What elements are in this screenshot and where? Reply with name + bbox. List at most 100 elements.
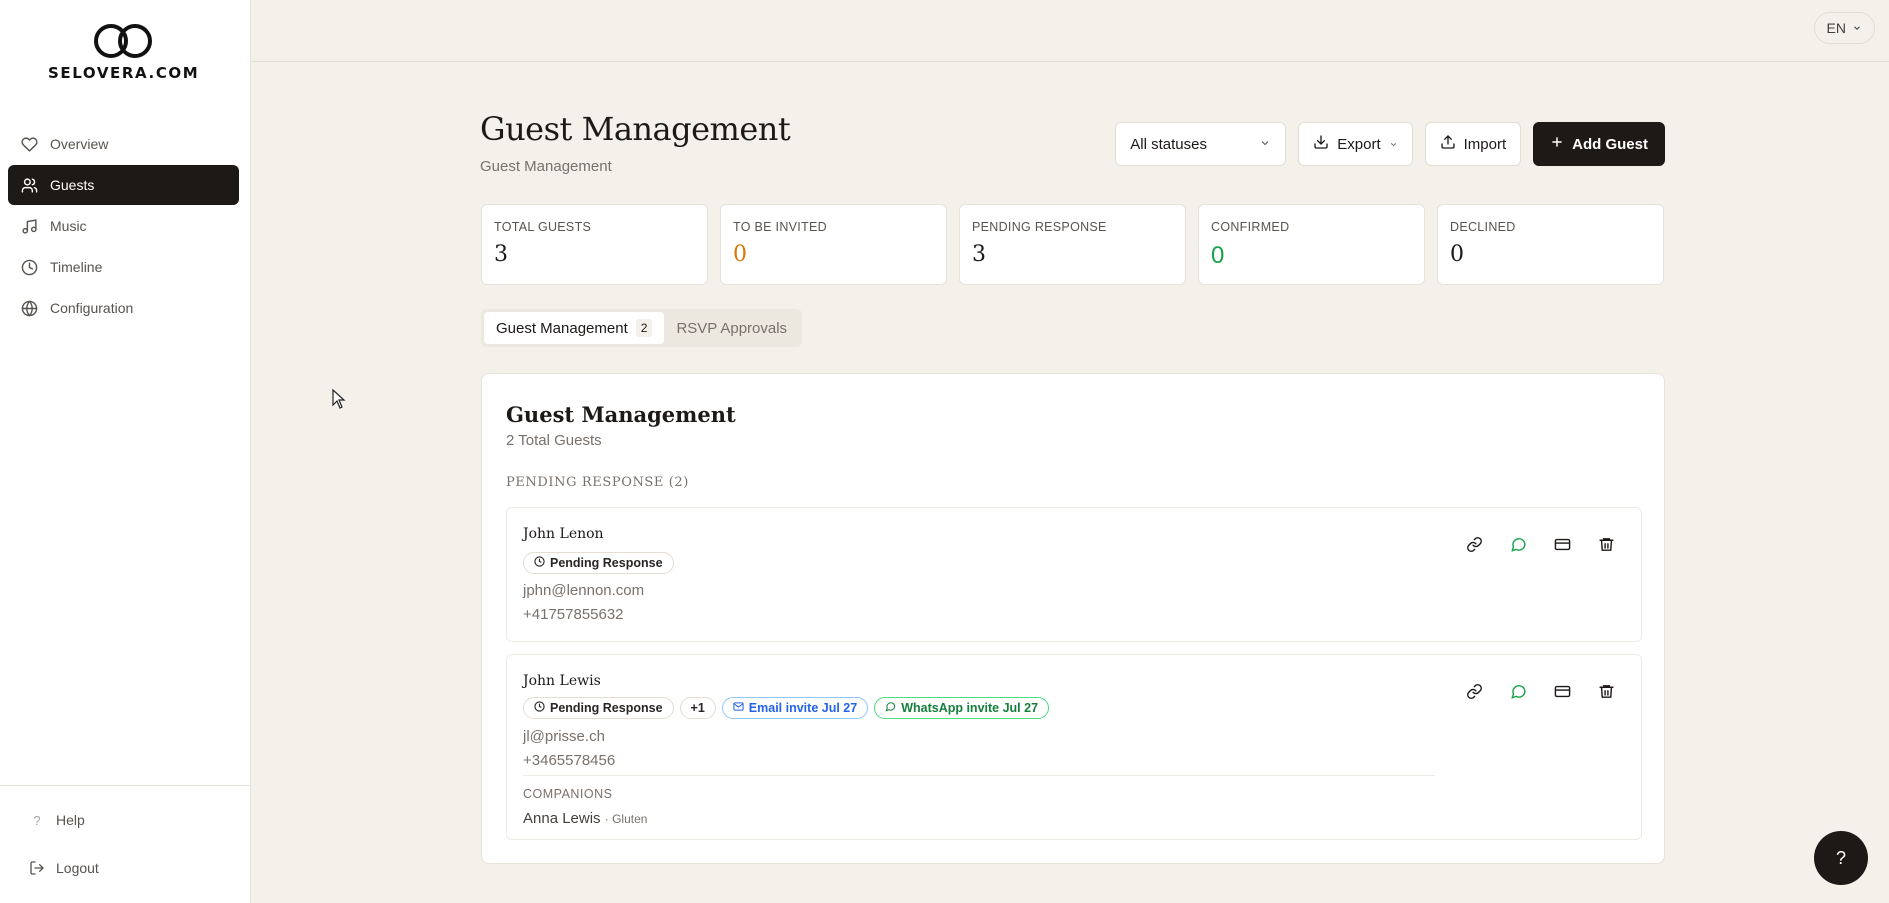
- stat-card-confirmed: CONFIRMED 0: [1198, 204, 1425, 285]
- status-badge: Pending Response: [523, 697, 674, 719]
- sidebar-item-label: Configuration: [50, 300, 134, 316]
- sidebar-item-timeline[interactable]: Timeline: [8, 247, 239, 287]
- stat-label: TO BE INVITED: [733, 220, 827, 234]
- status-label: Pending Response: [550, 556, 663, 570]
- logo[interactable]: SELOVERA.COM: [48, 22, 198, 82]
- help-fab-button[interactable]: ?: [1814, 831, 1868, 885]
- guest-badges: Pending Response: [523, 552, 674, 574]
- link-icon[interactable]: [1463, 680, 1485, 702]
- chevron-down-icon: [1389, 136, 1398, 153]
- add-guest-button[interactable]: Add Guest: [1533, 122, 1665, 166]
- logout-button[interactable]: Logout: [0, 848, 251, 888]
- sidebar-item-music[interactable]: Music: [8, 206, 239, 246]
- export-label: Export: [1337, 135, 1381, 153]
- trash-icon[interactable]: [1595, 680, 1617, 702]
- sidebar-item-overview[interactable]: Overview: [8, 124, 239, 164]
- language-value: EN: [1826, 20, 1846, 36]
- upload-icon: [1440, 134, 1456, 154]
- stats-row: TOTAL GUESTS 3 TO BE INVITED 0 PENDING R…: [481, 204, 1664, 285]
- stat-value: 3: [972, 242, 986, 267]
- stat-value: 0: [1211, 242, 1225, 269]
- chevron-down-icon: [1852, 20, 1862, 36]
- guest-badges: Pending Response +1 Email invite Jul 27 …: [523, 697, 1050, 719]
- guest-actions: [1463, 533, 1617, 555]
- companions-label: COMPANIONS: [523, 787, 613, 801]
- sidebar-item-label: Timeline: [50, 259, 103, 275]
- status-badge: Pending Response: [523, 552, 674, 574]
- import-label: Import: [1463, 135, 1507, 153]
- divider: [523, 775, 1435, 776]
- users-icon: [20, 176, 38, 194]
- tab-rsvp-approvals[interactable]: RSVP Approvals: [664, 312, 799, 344]
- heart-icon: [20, 135, 38, 153]
- guest-phone: +3465578456: [523, 752, 616, 769]
- email-invite-label: Email invite Jul 27: [748, 701, 858, 715]
- panel-title: Guest Management: [506, 402, 736, 427]
- help-label: Help: [56, 812, 85, 828]
- companion-item: Anna Lewis · Gluten: [523, 810, 647, 827]
- credit-card-icon[interactable]: [1551, 680, 1573, 702]
- status-filter-select[interactable]: All statuses: [1115, 122, 1287, 166]
- clock-icon: [20, 258, 38, 276]
- status-filter-value: All statuses: [1130, 135, 1207, 153]
- download-icon: [1313, 134, 1329, 154]
- panel-subtitle: 2 Total Guests: [506, 432, 602, 449]
- whatsapp-icon: [885, 701, 896, 715]
- tab-count-badge: 2: [635, 319, 653, 337]
- guest-panel: Guest Management 2 Total Guests PENDING …: [481, 373, 1665, 864]
- stat-value: 3: [494, 242, 508, 267]
- credit-card-icon[interactable]: [1551, 533, 1573, 555]
- page-subtitle: Guest Management: [480, 158, 612, 175]
- guest-card: John Lenon Pending Response jphn@lennon.…: [506, 507, 1642, 642]
- stat-value: 0: [1450, 242, 1464, 267]
- help-link[interactable]: ? Help: [0, 800, 251, 840]
- tab-label: Guest Management: [496, 319, 628, 337]
- sidebar-item-configuration[interactable]: Configuration: [8, 288, 239, 328]
- tab-guest-management[interactable]: Guest Management 2: [484, 312, 665, 344]
- stat-card-total-guests: TOTAL GUESTS 3: [481, 204, 708, 285]
- stat-label: CONFIRMED: [1211, 220, 1290, 234]
- guest-actions: [1463, 680, 1617, 702]
- logo-text: SELOVERA.COM: [48, 64, 200, 82]
- whatsapp-icon[interactable]: [1507, 533, 1529, 555]
- whatsapp-icon[interactable]: [1507, 680, 1529, 702]
- trash-icon[interactable]: [1595, 533, 1617, 555]
- guest-email: jphn@lennon.com: [523, 582, 645, 599]
- link-icon[interactable]: [1463, 533, 1485, 555]
- companion-diet: · Gluten: [604, 812, 648, 826]
- guest-card: John Lewis Pending Response +1 Email inv…: [506, 654, 1642, 840]
- companion-name: Anna Lewis: [523, 810, 601, 827]
- music-icon: [20, 217, 38, 235]
- sidebar: SELOVERA.COM Overview Guests Music Timel…: [0, 0, 251, 903]
- export-button[interactable]: Export: [1298, 122, 1413, 166]
- sidebar-item-label: Music: [50, 218, 87, 234]
- toolbar: All statuses Export Import Add Guest: [1115, 122, 1665, 166]
- clock-icon: [534, 556, 545, 570]
- sidebar-item-guests[interactable]: Guests: [8, 165, 239, 205]
- rings-icon: [94, 24, 152, 58]
- question-icon: ?: [33, 812, 41, 828]
- stat-label: DECLINED: [1450, 220, 1516, 234]
- sidebar-bottom: ? Help Logout: [0, 785, 251, 903]
- guest-name: John Lenon: [523, 526, 604, 542]
- language-selector[interactable]: EN: [1813, 12, 1875, 44]
- stat-card-to-be-invited: TO BE INVITED 0: [720, 204, 947, 285]
- tabs: Guest Management 2 RSVP Approvals: [481, 309, 803, 347]
- guest-phone: +41757855632: [523, 606, 624, 623]
- whatsapp-invite-badge: WhatsApp invite Jul 27: [874, 697, 1050, 719]
- section-label: PENDING RESPONSE (2): [506, 475, 689, 490]
- page-header: Guest Management Guest Management: [480, 110, 791, 175]
- mouse-cursor-icon: [332, 389, 346, 409]
- mail-icon: [733, 701, 744, 715]
- sidebar-item-label: Overview: [50, 136, 109, 152]
- import-button[interactable]: Import: [1424, 122, 1522, 166]
- sidebar-nav: Overview Guests Music Timeline Configura…: [8, 124, 239, 329]
- page-title: Guest Management: [480, 110, 791, 148]
- logout-icon: [28, 860, 46, 876]
- chevron-down-icon: [1259, 136, 1271, 153]
- question-icon: ?: [1835, 847, 1846, 868]
- guest-email: jl@prisse.ch: [523, 728, 605, 745]
- email-invite-badge: Email invite Jul 27: [721, 697, 869, 719]
- status-label: Pending Response: [550, 701, 663, 715]
- topbar: EN: [251, 0, 1889, 62]
